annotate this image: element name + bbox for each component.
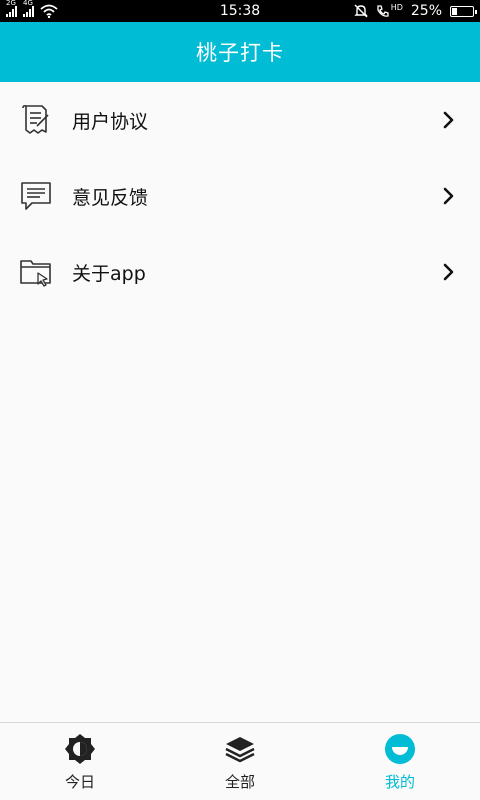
menu-item-feedback[interactable]: 意见反馈 [0,158,480,234]
tab-today[interactable]: 今日 [0,723,160,800]
sun-half-icon [65,734,95,764]
hd-tag: HD [390,3,403,12]
document-icon [22,104,49,134]
menu-item-label: 意见反馈 [72,186,149,209]
status-right: HD 25% [353,0,477,22]
chevron-right-icon [443,187,454,205]
folder-icon [20,260,51,287]
settings-menu: 用户协议 意见反馈 关于app [0,82,480,310]
battery-percent: 25% [410,3,442,19]
chat-bubble-icon [21,182,51,210]
menu-item-label: 用户协议 [72,110,149,133]
status-bar: 2G 4G 15:38 HD 25% [0,0,480,22]
chevron-right-icon [443,263,454,281]
tab-label: 全部 [224,773,255,791]
battery-fill [452,7,457,15]
app-header: 桃子打卡 [0,22,480,82]
phone-hd-icon [377,5,389,17]
menu-item-user-agreement[interactable]: 用户协议 [0,82,480,158]
tab-label: 今日 [64,773,95,791]
tab-all[interactable]: 全部 [160,723,320,800]
layers-icon [225,737,255,763]
battery-icon [450,5,477,17]
smile-icon [385,734,415,764]
menu-item-label: 关于app [72,262,146,285]
tab-mine[interactable]: 我的 [320,723,480,800]
menu-item-about-app[interactable]: 关于app [0,234,480,310]
bottom-tab-bar: 今日 全部 我的 [0,722,480,800]
page-title: 桃子打卡 [196,41,284,65]
tab-label: 我的 [384,773,415,791]
chevron-right-icon [443,111,454,129]
bell-muted-icon [353,4,368,18]
